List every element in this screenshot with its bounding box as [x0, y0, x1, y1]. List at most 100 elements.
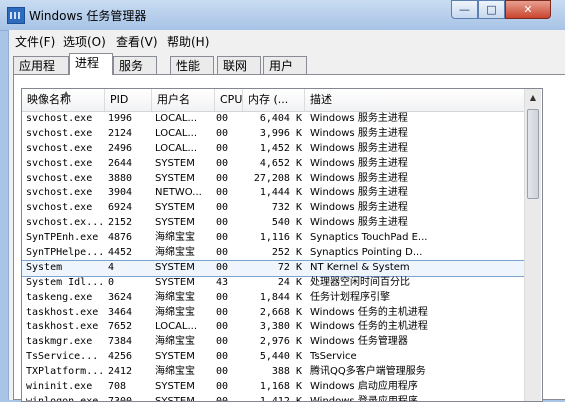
- process-cpu-cell: 00: [216, 291, 229, 303]
- tab-networking[interactable]: 联网: [217, 56, 261, 74]
- process-pid-cell: 3880: [108, 172, 133, 184]
- process-name-cell: svchost.ex...: [26, 217, 105, 229]
- menu-file[interactable]: 文件(F): [15, 33, 55, 50]
- process-row[interactable]: svchost.ex... 2152 SYSTEM 00 540 K Windows 服务…: [22, 216, 524, 231]
- process-mem-cell: 4,652 K: [259, 157, 302, 169]
- process-user-cell: SYSTEM: [155, 217, 195, 229]
- process-desc-cell: Windows 任务管理器: [310, 336, 408, 348]
- scroll-thumb[interactable]: [527, 109, 539, 199]
- process-row[interactable]: taskhost.exe 7652 LOCAL... 00 3,380 K Windows…: [22, 320, 524, 335]
- process-cpu-cell: 43: [216, 276, 229, 288]
- process-pid-cell: 3624: [108, 291, 133, 303]
- process-name-cell: svchost.exe: [26, 187, 93, 199]
- column-header-cpu[interactable]: CPU: [215, 89, 243, 111]
- process-row[interactable]: taskhost.exe 3464 海绵宝宝 00 2,668 K Windows 任务的…: [22, 306, 524, 321]
- menu-help[interactable]: 帮助(H): [167, 33, 209, 50]
- tab-users[interactable]: 用户: [263, 56, 307, 74]
- process-name-cell: taskmgr.exe: [26, 336, 93, 348]
- process-cpu-cell: 00: [216, 321, 229, 333]
- process-row[interactable]: SynTPEnh.exe 4876 海绵宝宝 00 1,116 K Synaptics T…: [22, 231, 524, 246]
- process-mem-cell: 3,380 K: [259, 321, 302, 333]
- process-desc-cell: Windows 启动应用程序: [310, 381, 418, 393]
- process-cpu-cell: 00: [216, 336, 229, 348]
- process-user-cell: 海绵宝宝: [155, 336, 195, 348]
- minimize-button[interactable]: —: [451, 0, 478, 19]
- vertical-scrollbar[interactable]: ▲: [524, 89, 541, 401]
- column-header-user[interactable]: 用户名: [152, 89, 215, 111]
- menu-options[interactable]: 选项(O): [63, 33, 106, 50]
- close-button[interactable]: ✕: [505, 0, 551, 19]
- process-cpu-cell: 00: [216, 395, 229, 402]
- process-mem-cell: 3,996 K: [259, 127, 302, 139]
- tab-processes[interactable]: 进程: [69, 53, 113, 75]
- process-row[interactable]: TsService... 4256 SYSTEM 00 5,440 K TsService: [22, 350, 524, 365]
- process-row[interactable]: SynTPHelpe... 4452 海绵宝宝 00 252 K Synaptics Po…: [22, 246, 524, 261]
- maximize-button[interactable]: □: [478, 0, 505, 19]
- process-mem-cell: 27,208 K: [253, 172, 302, 184]
- process-row[interactable]: svchost.exe 1996 LOCAL... 00 6,404 K Windows …: [22, 112, 524, 127]
- process-name-cell: svchost.exe: [26, 127, 93, 139]
- process-row[interactable]: wininit.exe 708 SYSTEM 00 1,168 K Windows 启动应…: [22, 380, 524, 395]
- task-manager-icon: [7, 7, 25, 24]
- process-desc-cell: 任务计划程序引擎: [310, 291, 390, 303]
- process-row[interactable]: svchost.exe 3904 NETWO... 00 1,444 K Windows …: [22, 186, 524, 201]
- process-pid-cell: 0: [108, 276, 115, 288]
- process-name-cell: System: [26, 261, 63, 273]
- tab-services[interactable]: 服务: [113, 56, 157, 74]
- process-user-cell: SYSTEM: [155, 157, 195, 169]
- process-name-cell: svchost.exe: [26, 172, 93, 184]
- process-desc-cell: Windows 服务主进程: [310, 217, 408, 229]
- process-name-cell: SynTPEnh.exe: [26, 232, 99, 244]
- process-name-cell: TsService...: [26, 351, 99, 363]
- process-row[interactable]: winlogon.exe 7300 SYSTEM 00 1,412 K Windows 登…: [22, 395, 524, 402]
- process-row[interactable]: svchost.exe 3880 SYSTEM 00 27,208 K Windows 服…: [22, 172, 524, 187]
- process-name-cell: taskeng.exe: [26, 291, 93, 303]
- menu-bar: 文件(F) 选项(O) 查看(V) 帮助(H): [8, 30, 565, 50]
- process-cpu-cell: 00: [216, 306, 229, 318]
- column-header-row: ▲ 映像名称 PID 用户名 CPU 内存 (... 描述: [22, 89, 524, 112]
- process-desc-cell: Synaptics Pointing D...: [310, 247, 423, 259]
- process-pid-cell: 4256: [108, 351, 133, 363]
- process-user-cell: LOCAL...: [155, 142, 198, 154]
- process-row[interactable]: svchost.exe 2644 SYSTEM 00 4,652 K Windows 服务…: [22, 157, 524, 172]
- process-user-cell: LOCAL...: [155, 321, 198, 333]
- process-list[interactable]: ▲ 映像名称 PID 用户名 CPU 内存 (... 描述 svchost.ex…: [21, 88, 543, 402]
- process-cpu-cell: 00: [216, 157, 229, 169]
- process-name-cell: winlogon.exe: [26, 395, 99, 402]
- process-user-cell: SYSTEM: [155, 202, 195, 214]
- process-pid-cell: 1996: [108, 113, 133, 124]
- process-desc-cell: Windows 服务主进程: [310, 157, 408, 169]
- process-cpu-cell: 00: [216, 381, 229, 393]
- scroll-up-icon[interactable]: ▲: [528, 93, 538, 102]
- process-row[interactable]: taskmgr.exe 7384 海绵宝宝 00 2,976 K Windows 任务管理…: [22, 335, 524, 350]
- process-desc-cell: 腾讯QQ多客户端管理服务: [310, 366, 426, 378]
- column-header-pid[interactable]: PID: [105, 89, 152, 111]
- process-cpu-cell: 00: [216, 232, 229, 244]
- process-pid-cell: 7652: [108, 321, 133, 333]
- process-cpu-cell: 00: [216, 202, 229, 214]
- process-row[interactable]: TXPlatform... 2412 海绵宝宝 00 388 K 腾讯QQ多客户端管理服务: [22, 365, 524, 380]
- process-row[interactable]: svchost.exe 2496 LOCAL... 00 1,452 K Windows …: [22, 142, 524, 157]
- tab-applications[interactable]: 应用程序: [13, 56, 69, 91]
- menu-view[interactable]: 查看(V): [116, 33, 158, 50]
- tab-performance[interactable]: 性能: [170, 56, 214, 74]
- process-pid-cell: 3464: [108, 306, 133, 318]
- process-mem-cell: 1,116 K: [259, 232, 302, 244]
- column-header-image-name[interactable]: ▲ 映像名称: [22, 89, 105, 111]
- process-cpu-cell: 00: [216, 247, 229, 259]
- process-row[interactable]: taskeng.exe 3624 海绵宝宝 00 1,844 K 任务计划程序引擎: [22, 291, 524, 306]
- process-pid-cell: 4452: [108, 247, 133, 259]
- process-row[interactable]: svchost.exe 2124 LOCAL... 00 3,996 K Windows …: [22, 127, 524, 142]
- process-user-cell: 海绵宝宝: [155, 366, 195, 378]
- process-user-cell: SYSTEM: [155, 395, 195, 402]
- column-header-description[interactable]: 描述: [305, 89, 524, 111]
- process-cpu-cell: 00: [216, 217, 229, 229]
- process-row[interactable]: svchost.exe 6924 SYSTEM 00 732 K Windows 服务主进…: [22, 201, 524, 216]
- process-user-cell: 海绵宝宝: [155, 291, 195, 303]
- process-row[interactable]: System Idl... 0 SYSTEM 43 24 K 处理器空闲时间百分比: [22, 276, 524, 291]
- process-desc-cell: 处理器空闲时间百分比: [310, 276, 410, 288]
- column-header-memory[interactable]: 内存 (...: [243, 89, 305, 111]
- process-row[interactable]: System 4 SYSTEM 00 72 K NT Kernel & System: [22, 259, 525, 277]
- process-cpu-cell: 00: [216, 113, 229, 124]
- process-name-cell: System Idl...: [26, 276, 105, 288]
